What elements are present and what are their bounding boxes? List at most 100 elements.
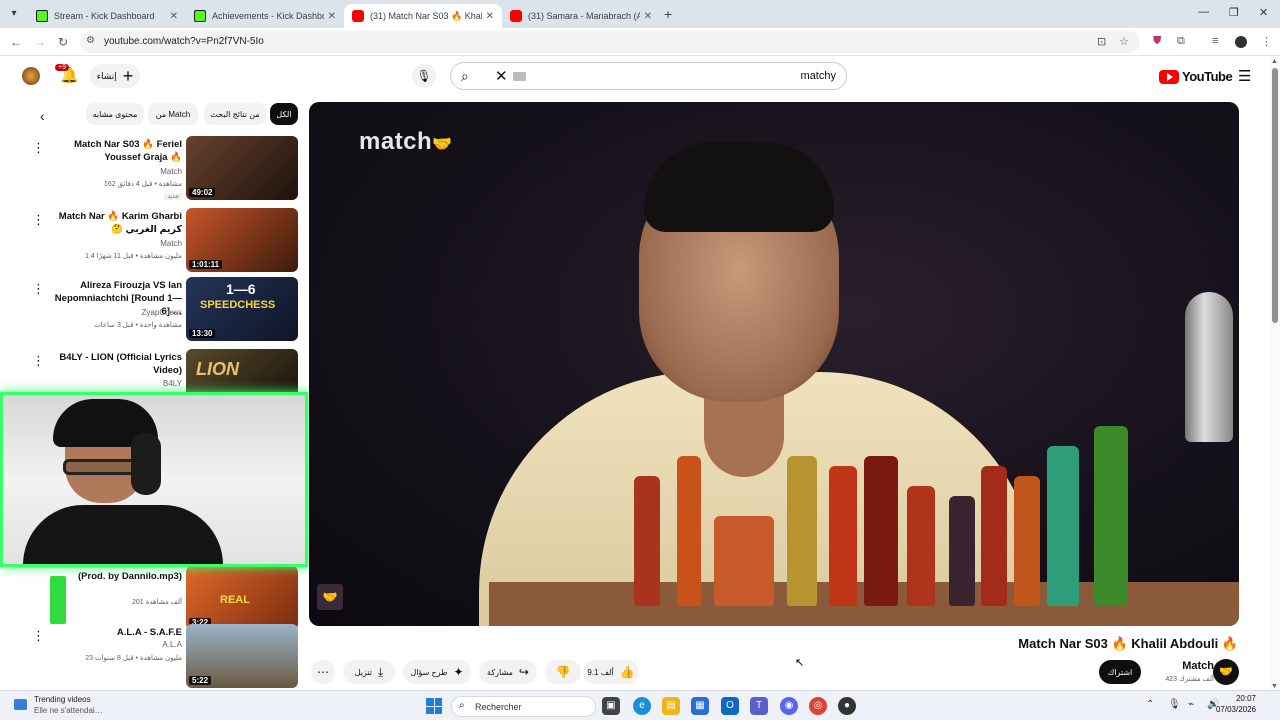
video-thumbnail[interactable]: 1:01:11 xyxy=(186,208,298,272)
subscribe-button[interactable]: اشتراك xyxy=(1099,660,1141,684)
chevron-left-icon[interactable]: ‹ xyxy=(40,108,45,124)
more-actions-icon[interactable]: ⋮ xyxy=(32,353,45,369)
account-avatar[interactable] xyxy=(22,67,40,85)
channel-name[interactable]: A.L.A xyxy=(162,640,182,649)
browser-menu-icon[interactable]: ⋮ xyxy=(1261,35,1272,48)
video-thumbnail[interactable]: 1—6 SPEEDCHESS 13:30 xyxy=(186,277,298,341)
minimize-icon[interactable]: — xyxy=(1198,6,1209,18)
extension-shield-icon[interactable]: ⛊ xyxy=(1153,35,1161,48)
video-thumbnail[interactable]: REAL 3:22 xyxy=(186,566,298,630)
tab-search-chevron-icon[interactable]: ▾ xyxy=(6,6,22,22)
edge-browser-icon[interactable]: e xyxy=(633,697,651,715)
channel-name[interactable]: Match xyxy=(160,167,182,176)
chip-from-channel[interactable]: من Match xyxy=(148,103,198,125)
forward-arrow-icon[interactable]: → xyxy=(34,35,46,49)
list-item[interactable]: ⋮ Match Nar S03 🔥 Feriel Youssef Graja 🔥… xyxy=(24,136,304,202)
close-window-icon[interactable]: ✕ xyxy=(1259,6,1268,19)
close-tab-icon[interactable]: ✕ xyxy=(644,11,652,22)
like-button[interactable]: 9.1 ألف 👍 xyxy=(583,660,639,684)
list-item[interactable]: ⋮ A.L.A - S.A.F.E A.L.A 23 مليون مشاهدة … xyxy=(24,624,304,690)
more-actions-icon[interactable]: ⋮ xyxy=(32,281,45,297)
more-actions-icon[interactable]: ⋮ xyxy=(32,140,45,156)
file-explorer-icon[interactable]: ▤ xyxy=(662,697,680,715)
channel-avatar[interactable]: 🤝 xyxy=(1213,659,1239,685)
list-item[interactable]: ⋮ Alireza Firouzja VS Ian Nepomniachtchi… xyxy=(24,277,304,343)
more-actions-icon[interactable]: ⋮ xyxy=(32,628,45,644)
teams-icon[interactable]: T xyxy=(750,697,768,715)
address-bar[interactable]: ⚙ youtube.com/watch?v=Pn2f7VN-5Io xyxy=(80,31,1140,53)
voice-search-mic-icon[interactable]: 🎙 xyxy=(412,64,436,88)
create-button[interactable]: إنشاء + xyxy=(90,64,140,88)
close-tab-icon[interactable]: ✕ xyxy=(486,11,494,22)
windows-start-icon[interactable] xyxy=(426,698,442,714)
extensions-puzzle-icon[interactable]: ⧉ xyxy=(1177,35,1185,48)
youtube-logo[interactable]: YouTube xyxy=(1159,69,1233,84)
video-title[interactable]: A.L.A - S.A.F.E xyxy=(47,626,182,639)
close-tab-icon[interactable]: ✕ xyxy=(328,11,336,22)
restore-icon[interactable]: ❐ xyxy=(1229,6,1239,19)
reload-icon[interactable]: ↻ xyxy=(58,35,68,49)
channel-name[interactable]: Match xyxy=(160,239,182,248)
video-thumbnail[interactable]: 49:02 xyxy=(186,136,298,200)
channel-branding-icon[interactable]: 🤝 xyxy=(317,584,343,610)
video-title[interactable]: (Prod. by Dannilo.mp3) xyxy=(47,570,182,583)
browser-tab-active[interactable]: (31) Match Nar S03 🔥 Khalil A ✕ xyxy=(344,4,502,28)
search-box[interactable]: ⌕ ✕ matchy xyxy=(450,62,847,90)
scrollbar-thumb[interactable] xyxy=(1272,68,1278,323)
search-input[interactable]: matchy xyxy=(801,70,836,82)
taskbar-search[interactable]: ⌕ Rechercher xyxy=(451,696,596,717)
keyboard-icon[interactable] xyxy=(513,72,526,81)
share-button[interactable]: مشاركة ↪ xyxy=(479,660,537,684)
list-item[interactable]: ⋮ Match Nar 🔥 Karim Gharbi 🤔 كريم الغربي… xyxy=(24,208,304,274)
sauce-bottle xyxy=(864,456,898,606)
network-tray-icon[interactable]: ⌁ xyxy=(1188,699,1194,710)
sauce-bottle xyxy=(634,476,660,606)
chrome-icon[interactable]: ◎ xyxy=(809,697,827,715)
channel-name-main[interactable]: Match xyxy=(1182,660,1214,672)
bookmark-star-icon[interactable]: ☆ xyxy=(1119,35,1129,48)
new-tab-icon[interactable]: + xyxy=(664,6,672,22)
download-button[interactable]: تنزيل ⤓ xyxy=(343,660,395,684)
clock-date[interactable]: 07/03/2026 xyxy=(1216,705,1256,714)
tray-chevron-up-icon[interactable]: ⌃ xyxy=(1146,699,1154,710)
scroll-up-icon[interactable]: ▲ xyxy=(1271,58,1278,65)
task-view-icon[interactable]: ▣ xyxy=(602,697,620,715)
browser-tab[interactable]: Achievements - Kick Dashboard ✕ xyxy=(186,4,344,28)
news-widget-icon[interactable] xyxy=(14,699,27,710)
tab-media-icon[interactable]: ≡ xyxy=(1212,35,1218,47)
search-icon[interactable]: ⌕ xyxy=(461,68,469,85)
browser-tab[interactable]: (31) Samara - Manabrach (Aud ✕ xyxy=(502,4,660,28)
more-actions-icon[interactable]: ⋮ xyxy=(32,212,45,228)
obs-icon[interactable]: ● xyxy=(838,697,856,715)
news-widget-title[interactable]: Trending videos xyxy=(34,695,91,704)
outlook-icon[interactable]: O xyxy=(721,697,739,715)
clock-time[interactable]: 20:07 xyxy=(1236,694,1256,703)
page-scrollbar[interactable]: ▲ ▼ xyxy=(1270,58,1280,690)
back-arrow-icon[interactable]: ← xyxy=(10,35,22,49)
guide-menu-icon[interactable]: ☰ xyxy=(1238,67,1251,85)
site-info-icon[interactable]: ⚙ xyxy=(86,35,95,46)
chip-from-search[interactable]: من نتائج البحث xyxy=(204,103,266,125)
video-thumbnail[interactable]: 5:22 xyxy=(186,624,298,688)
chip-related[interactable]: محتوى مشابه xyxy=(86,103,144,125)
more-actions-icon[interactable]: ⋯ xyxy=(311,660,335,684)
browser-tab[interactable]: Stream - Kick Dashboard ✕ xyxy=(28,4,186,28)
dislike-button[interactable]: 👎 xyxy=(545,660,581,684)
close-tab-icon[interactable]: ✕ xyxy=(170,11,178,22)
channel-name[interactable]: B4LY xyxy=(163,379,182,388)
store-icon[interactable]: ▦ xyxy=(691,697,709,715)
video-player[interactable]: match🤝 🤝 xyxy=(309,102,1239,626)
scroll-down-icon[interactable]: ▼ xyxy=(1271,683,1278,690)
discord-icon[interactable]: ◉ xyxy=(780,697,798,715)
video-title[interactable]: Match Nar S03 🔥 Feriel Youssef Graja 🔥 xyxy=(47,138,182,164)
install-app-icon[interactable]: ⊡ xyxy=(1097,35,1106,48)
tab-title: (31) Match Nar S03 🔥 Khalil A xyxy=(370,10,482,21)
video-title[interactable]: Match Nar 🔥 Karim Gharbi 🤔 كريم الغربي xyxy=(47,210,182,236)
profile-avatar-icon[interactable] xyxy=(1235,36,1247,48)
chip-all[interactable]: الكل xyxy=(270,103,298,125)
microphone-tray-icon[interactable]: 🎙 xyxy=(1168,699,1181,710)
channel-name[interactable]: ZyapChess xyxy=(142,308,182,317)
video-title[interactable]: B4LY - LION (Official Lyrics Video) xyxy=(47,351,182,377)
ask-button[interactable]: طرح سؤال ✦ xyxy=(403,660,471,684)
clear-search-icon[interactable]: ✕ xyxy=(495,67,508,85)
